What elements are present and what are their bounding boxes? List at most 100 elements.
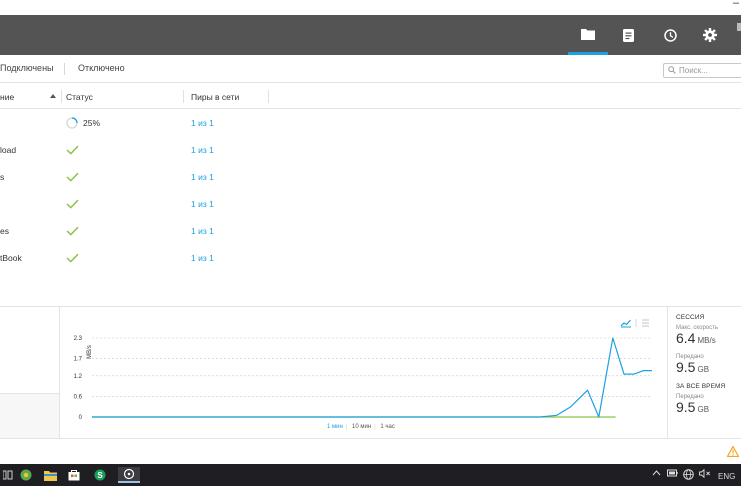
- peers-count[interactable]: 1 из 1: [191, 226, 214, 236]
- battery-icon[interactable]: [667, 469, 678, 479]
- overflow-indicator: [737, 23, 741, 31]
- syncthing-taskbar-icon[interactable]: [118, 467, 140, 483]
- clock-icon: [663, 28, 677, 42]
- filter-tab-connected[interactable]: Подключены: [0, 63, 54, 73]
- device-panel-footer: [0, 393, 60, 439]
- status-bar: [0, 438, 741, 464]
- history-tab-button[interactable]: [650, 15, 690, 55]
- table-row[interactable]: 1 из 1: [0, 191, 741, 218]
- column-separator: [268, 90, 269, 103]
- time-range-10min[interactable]: 10 мин: [352, 424, 371, 430]
- max-speed-value-row: 6.4 MB/s: [676, 331, 741, 348]
- table-row[interactable]: s 1 из 1: [0, 164, 741, 191]
- log-tab-button[interactable]: [608, 15, 648, 55]
- search-box[interactable]: [663, 63, 741, 78]
- filter-tab-disabled[interactable]: Отключено: [78, 63, 125, 73]
- window-title-strip: –: [0, 0, 741, 15]
- warning-icon[interactable]: [727, 446, 739, 457]
- transferred-value: 9.5: [676, 359, 696, 375]
- y-tick-label: 1.7: [74, 357, 83, 363]
- time-range-separator: |: [374, 424, 376, 430]
- checkmark-icon: [66, 145, 79, 155]
- status-cell: [66, 195, 79, 213]
- volume-muted-icon[interactable]: [699, 468, 711, 480]
- language-indicator[interactable]: ENG: [718, 472, 735, 481]
- checkmark-icon: [66, 226, 79, 236]
- taskbar: S ENG: [0, 464, 741, 486]
- network-icon[interactable]: [683, 469, 694, 482]
- filter-separator: [64, 63, 65, 75]
- table-row[interactable]: 25% 1 из 1: [0, 110, 741, 137]
- folder-name: s: [0, 172, 5, 182]
- search-icon: [668, 66, 676, 74]
- series-line-transferred: [92, 337, 652, 418]
- alltime-transferred-value: 9.5: [676, 399, 696, 415]
- settings-tab-button[interactable]: [690, 15, 730, 55]
- status-cell: [66, 222, 79, 240]
- time-range-1hour[interactable]: 1 час: [380, 424, 394, 430]
- status-cell: [66, 249, 79, 267]
- stats-panel: СЕССИЯ Макс. скорость 6.4 MB/s Передано 9…: [668, 307, 741, 439]
- transferred-unit: GB: [697, 365, 710, 374]
- checkmark-icon: [66, 172, 79, 182]
- table-row[interactable]: load 1 из 1: [0, 137, 741, 164]
- column-separator: [183, 90, 184, 103]
- peers-count[interactable]: 1 из 1: [191, 172, 214, 182]
- minimize-button[interactable]: –: [733, 0, 739, 9]
- table-header: ние Статус Пиры в сети: [0, 84, 741, 109]
- peers-count[interactable]: 1 из 1: [191, 118, 214, 128]
- column-peers-header[interactable]: Пиры в сети: [191, 92, 239, 102]
- y-tick-label: 1.2: [74, 374, 83, 380]
- task-view-icon[interactable]: [0, 467, 16, 483]
- status-cell: [66, 141, 79, 159]
- device-panel: [0, 307, 60, 393]
- max-speed-unit: MB/s: [697, 336, 716, 345]
- browser-icon[interactable]: [18, 467, 34, 483]
- table-row[interactable]: es 1 из 1: [0, 218, 741, 245]
- folder-name: es: [0, 226, 9, 236]
- time-range-selector: 1 мин | 10 мин | 1 час: [327, 424, 398, 430]
- y-axis-label: MB/s: [87, 345, 93, 359]
- folder-name: load: [0, 145, 17, 155]
- folder-icon: [581, 28, 595, 40]
- checkmark-icon: [66, 199, 79, 209]
- gear-icon: [703, 28, 717, 42]
- column-status-header[interactable]: Статус: [66, 92, 93, 102]
- transfer-panel: MB/s 2.3 1.7 1.2 0.6 0 1 мин | 10 мин | 1 час С…: [0, 306, 741, 439]
- checkmark-icon: [66, 253, 79, 263]
- peers-count[interactable]: 1 из 1: [191, 145, 214, 155]
- folders-tab-button[interactable]: [568, 15, 608, 55]
- peers-count[interactable]: 1 из 1: [191, 199, 214, 209]
- column-separator: [61, 90, 62, 103]
- sort-ascending-icon[interactable]: [50, 94, 56, 98]
- app-header: [0, 15, 741, 55]
- sync-progress-icon: [66, 117, 78, 129]
- column-name-header[interactable]: ние: [0, 92, 14, 102]
- folder-name: tBook: [0, 253, 22, 263]
- status-cell: [66, 168, 79, 186]
- time-range-1min[interactable]: 1 мин: [327, 424, 343, 430]
- search-input[interactable]: [679, 65, 739, 76]
- line-chart-icon[interactable]: [620, 319, 631, 328]
- skype-icon[interactable]: S: [92, 467, 108, 483]
- time-range-separator: |: [345, 424, 348, 430]
- svg-text:S: S: [97, 471, 103, 480]
- session-heading: СЕССИЯ: [676, 314, 705, 321]
- sync-percent: 25%: [83, 118, 101, 128]
- filter-bar: Подключены Отключено: [0, 55, 741, 83]
- file-explorer-icon[interactable]: [42, 467, 58, 483]
- document-list-icon: [622, 28, 634, 42]
- peers-count[interactable]: 1 из 1: [191, 253, 214, 263]
- list-view-icon[interactable]: [642, 319, 649, 327]
- transferred-value-row: 9.5 GB: [676, 360, 741, 377]
- table-row[interactable]: tBook 1 из 1: [0, 245, 741, 272]
- transfer-line-chart: MB/s 2.3 1.7 1.2 0.6 0: [74, 336, 652, 421]
- y-tick-label: 2.3: [74, 336, 83, 342]
- alltime-transferred-value-row: 9.5 GB: [676, 400, 741, 417]
- y-tick-label: 0.6: [74, 394, 83, 400]
- tray-chevron-icon[interactable]: [652, 469, 661, 478]
- status-cell: 25%: [66, 114, 100, 132]
- max-speed-value: 6.4: [676, 330, 696, 346]
- store-icon[interactable]: [66, 467, 82, 483]
- alltime-heading: ЗА ВСЕ ВРЕМЯ: [676, 383, 726, 390]
